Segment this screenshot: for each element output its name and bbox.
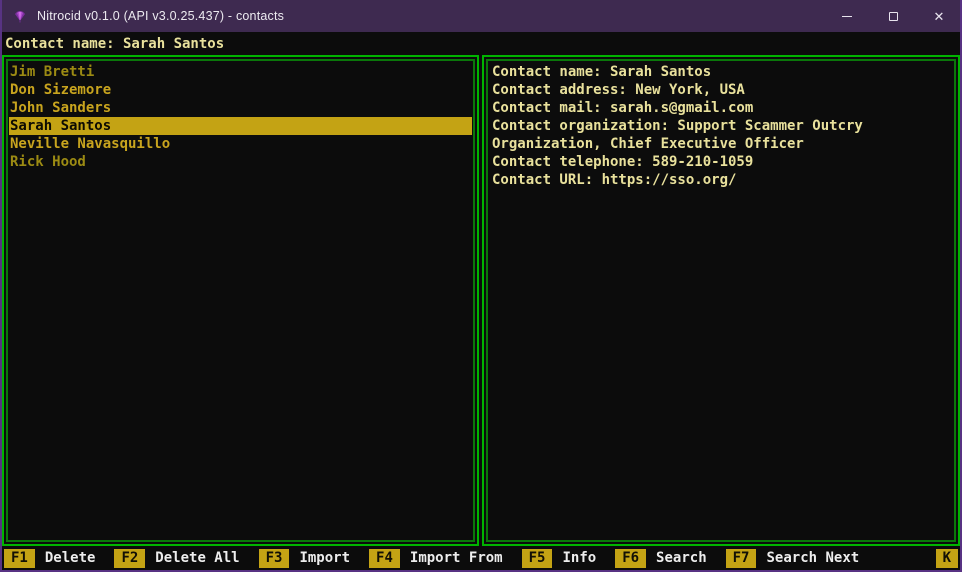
fkey-label: Import: [299, 550, 350, 566]
window-title: Nitrocid v0.1.0 (API v3.0.25.437) - cont…: [37, 9, 284, 23]
fkey-badge: F5: [522, 549, 553, 568]
fkey-f2[interactable]: F2 Delete All: [114, 549, 239, 568]
fkey-badge: F4: [369, 549, 400, 568]
fkey-f6[interactable]: F6 Search: [615, 549, 706, 568]
fkey-label: Search Next: [766, 550, 859, 566]
fkey-f7[interactable]: F7 Search Next: [726, 549, 860, 568]
fkey-badge: F2: [114, 549, 145, 568]
maximize-icon: [889, 12, 898, 21]
list-item[interactable]: Neville Navasquillo: [9, 135, 472, 153]
titlebar: Nitrocid v0.1.0 (API v3.0.25.437) - cont…: [0, 0, 962, 32]
maximize-button[interactable]: [870, 0, 916, 32]
fkey-badge: F3: [259, 549, 290, 568]
detail-line: Contact address: New York, USA: [492, 81, 950, 99]
fkey-label: Delete All: [155, 550, 239, 566]
detail-line: Contact URL: https://sso.org/: [492, 171, 950, 189]
minimize-button[interactable]: [824, 0, 870, 32]
close-icon: ✕: [934, 10, 945, 23]
fkey-f1[interactable]: F1 Delete: [4, 549, 95, 568]
fkey-badge: F7: [726, 549, 757, 568]
detail-line: Contact name: Sarah Santos: [492, 63, 950, 81]
panels-area: Jim BrettiDon SizemoreJohn SandersSarah …: [2, 55, 960, 546]
fkey-label: Import From: [410, 550, 503, 566]
list-item[interactable]: Sarah Santos: [9, 117, 472, 135]
app-window: Nitrocid v0.1.0 (API v3.0.25.437) - cont…: [0, 0, 962, 572]
detail-line: Contact organization: Support Scammer Ou…: [492, 117, 950, 135]
detail-line: Contact mail: sarah.s@gmail.com: [492, 99, 950, 117]
fkey-label: Info: [562, 550, 596, 566]
contact-details: Contact name: Sarah SantosContact addres…: [486, 59, 956, 542]
fkey-badge: F6: [615, 549, 646, 568]
list-item[interactable]: Rick Hood: [9, 153, 472, 171]
status-line: Contact name: Sarah Santos: [2, 32, 960, 55]
list-item[interactable]: John Sanders: [9, 99, 472, 117]
fkey-f5[interactable]: F5 Info: [522, 549, 597, 568]
keybindings-key-badge[interactable]: K: [936, 549, 958, 568]
window-controls: ✕: [824, 0, 962, 32]
fkey-f4[interactable]: F4 Import From: [369, 549, 503, 568]
fkey-badge: F1: [4, 549, 35, 568]
list-item[interactable]: Jim Bretti: [9, 63, 472, 81]
list-item[interactable]: Don Sizemore: [9, 81, 472, 99]
function-key-bar: F1 Delete F2 Delete All F3 Import F4 Import Fro…: [2, 546, 960, 570]
fkey-f3[interactable]: F3 Import: [259, 549, 350, 568]
contacts-list-panel: Jim BrettiDon SizemoreJohn SandersSarah …: [2, 55, 479, 546]
detail-line: Contact telephone: 589-210-1059: [492, 153, 950, 171]
fkey-label: Delete: [45, 550, 96, 566]
minimize-icon: [842, 16, 852, 17]
fkey-label: Search: [656, 550, 707, 566]
app-icon: [12, 8, 28, 24]
contact-details-panel: Contact name: Sarah SantosContact addres…: [482, 55, 960, 546]
detail-line: Organization, Chief Executive Officer: [492, 135, 950, 153]
contact-list: Jim BrettiDon SizemoreJohn SandersSarah …: [6, 59, 475, 542]
function-key-groups: F1 Delete F2 Delete All F3 Import F4 Import Fro…: [4, 549, 878, 568]
close-button[interactable]: ✕: [916, 0, 962, 32]
